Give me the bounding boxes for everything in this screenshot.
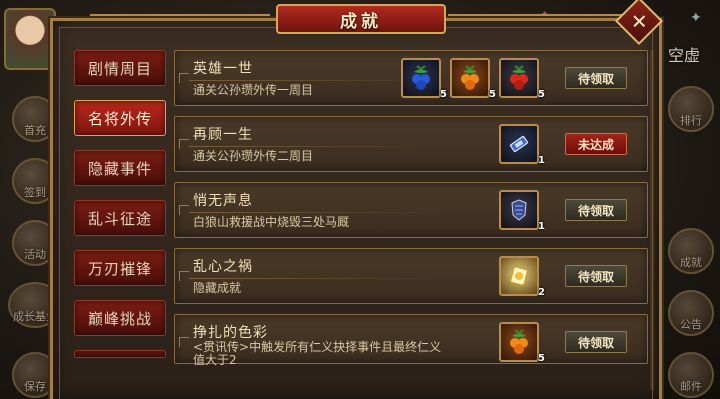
claim-button[interactable]: 待领取	[565, 67, 627, 89]
reward-item[interactable]: 1	[499, 190, 545, 232]
reward-item[interactable]: 2	[499, 256, 545, 298]
achievement-title: 英雄一世	[193, 61, 253, 77]
row-decor	[179, 271, 189, 281]
reward-item[interactable]: 5	[499, 58, 545, 100]
reward-count: 1	[538, 221, 545, 232]
blue-berry-icon	[412, 65, 430, 90]
reward-count: 2	[538, 287, 545, 298]
row-decor	[179, 73, 189, 83]
achievement-desc: 通关公孙瓒外传二周目	[193, 149, 314, 163]
incomplete-status-button[interactable]: 未达成	[565, 133, 627, 155]
title-wing-right	[448, 14, 628, 26]
row-decor	[179, 139, 189, 149]
ranking-button[interactable]: 排行	[668, 86, 714, 132]
orange-berry-icon	[510, 329, 528, 354]
row-divider	[189, 278, 439, 279]
achievement-hud-label: 成就	[680, 256, 702, 269]
tab-partial[interactable]	[74, 350, 166, 358]
reward-count: 5	[440, 89, 447, 100]
reward-list: 5	[499, 322, 545, 364]
achievement-desc: 隐藏成就	[193, 281, 242, 295]
row-divider	[189, 212, 439, 213]
mail-button[interactable]: 邮件	[668, 352, 714, 398]
tab-general-biography[interactable]: 名将外传	[74, 100, 166, 136]
achievement-row: 悄无声息 白狼山救援战中烧毁三处马厩 1 待领取	[174, 182, 648, 238]
orange-berry-icon	[461, 65, 479, 90]
achievement-title: 再顾一生	[193, 127, 253, 143]
list-scrollbar[interactable]	[650, 50, 654, 390]
notice-label: 公告	[680, 318, 702, 331]
armor-item-icon	[511, 199, 527, 221]
achievement-row: 乱心之祸 隐藏成就 2 待领取	[174, 248, 648, 304]
tab-melee-journey[interactable]: 乱斗征途	[74, 200, 166, 236]
reward-count: 1	[538, 155, 545, 166]
reward-item[interactable]: 1	[499, 124, 545, 166]
row-decor	[179, 205, 189, 215]
achievement-hud-button[interactable]: 成就	[668, 228, 714, 274]
notice-button[interactable]: 公告	[668, 290, 714, 336]
reward-item[interactable]: 5	[450, 58, 496, 100]
gold-token-icon	[510, 266, 528, 286]
reward-count: 5	[538, 89, 545, 100]
achievement-list: 英雄一世 通关公孙瓒外传一周目 5 5 5 待领取 再顾一生 通关公孙瓒外传二周…	[174, 50, 648, 367]
bird-icon: ✦	[690, 10, 702, 26]
claim-button[interactable]: 待领取	[565, 331, 627, 353]
reward-count: 5	[538, 353, 545, 364]
red-berry-icon	[510, 65, 528, 90]
reward-list: 2	[499, 256, 545, 298]
top-right-text: 空虚	[667, 46, 700, 65]
tab-hidden-events[interactable]: 隐藏事件	[74, 150, 166, 186]
row-divider	[189, 146, 439, 147]
reward-list: 1	[499, 190, 545, 232]
achievement-title: 悄无声息	[193, 193, 253, 209]
claim-button[interactable]: 待领取	[565, 265, 627, 287]
close-icon: ✕	[630, 8, 648, 33]
scroll-item-icon	[509, 135, 529, 153]
achievement-title: 挣扎的色彩	[193, 325, 268, 341]
tab-peak-challenge[interactable]: 巅峰挑战	[74, 300, 166, 336]
mail-label: 邮件	[680, 380, 702, 393]
reward-count: 5	[489, 89, 496, 100]
achievement-title: 乱心之祸	[193, 259, 253, 275]
reward-list: 5 5 5	[401, 58, 545, 100]
title-banner: 成就	[276, 4, 446, 34]
achievement-desc: <贯讯传>中触发所有仁义抉择事件且最终仁义值大于2	[193, 340, 442, 367]
tab-story-cycle[interactable]: 剧情周目	[74, 50, 166, 86]
claim-button[interactable]: 待领取	[565, 199, 627, 221]
achievement-desc: 白狼山救援战中烧毁三处马厩	[193, 215, 350, 229]
row-decor	[179, 337, 189, 347]
reward-item[interactable]: 5	[401, 58, 447, 100]
title-wing-left	[90, 14, 270, 26]
window-title: 成就	[340, 11, 382, 32]
player-avatar[interactable]	[4, 8, 56, 70]
ranking-label: 排行	[680, 114, 702, 127]
tab-blade-assault[interactable]: 万刃摧锋	[74, 250, 166, 286]
achievement-row: 再顾一生 通关公孙瓒外传二周目 1 未达成	[174, 116, 648, 172]
reward-list: 1	[499, 124, 545, 166]
achievement-row: 挣扎的色彩 <贯讯传>中触发所有仁义抉择事件且最终仁义值大于2 5 待领取	[174, 314, 648, 367]
achievement-row: 英雄一世 通关公孙瓒外传一周目 5 5 5 待领取	[174, 50, 648, 106]
reward-item[interactable]: 5	[499, 322, 545, 364]
category-tabs: 剧情周目 名将外传 隐藏事件 乱斗征途 万刃摧锋 巅峰挑战	[74, 50, 166, 358]
